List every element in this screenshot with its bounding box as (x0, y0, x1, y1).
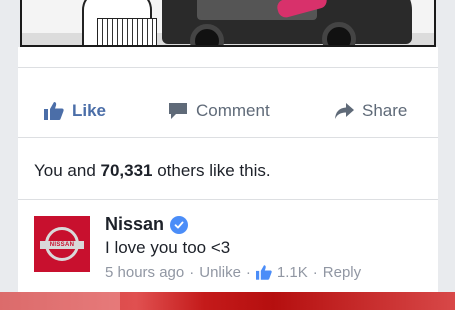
comment-meta: 5 hours ago · Unlike · 1.1K · Reply (105, 264, 438, 281)
divider (18, 67, 438, 68)
reply-button[interactable]: Reply (323, 264, 361, 281)
verified-check-icon (170, 215, 189, 234)
post-card: Like Comment Share You and 70,331 others… (18, 47, 438, 292)
meta-separator: · (245, 264, 251, 281)
bottom-banner (0, 292, 455, 310)
speech-bubble-icon (168, 102, 188, 120)
comment-button[interactable]: Comment (168, 101, 270, 121)
share-button[interactable]: Share (334, 101, 407, 121)
comment-item: NISSAN Nissan I love you too <3 5 hours … (34, 214, 438, 292)
like-button-label: Like (72, 101, 107, 120)
likes-summary-prefix: You and (34, 161, 101, 180)
avatar-brand-text: NISSAN (40, 241, 84, 249)
unlike-button[interactable]: Unlike (199, 264, 241, 281)
meta-separator: · (312, 264, 318, 281)
like-button[interactable]: Like (44, 101, 106, 121)
comment-text: I love you too <3 (105, 238, 231, 257)
comment-body: Nissan I love you too <3 5 hours ago · U… (105, 214, 438, 281)
likes-summary-suffix: others like this. (152, 161, 271, 180)
meta-separator: · (189, 264, 195, 281)
share-arrow-icon (334, 102, 354, 120)
comment-author[interactable]: Nissan (105, 214, 164, 235)
comment-author-line: Nissan (105, 214, 438, 235)
post-image[interactable] (20, 0, 436, 47)
comment-timestamp[interactable]: 5 hours ago (105, 264, 184, 281)
bottom-banner-overlay (0, 292, 120, 310)
divider (18, 137, 438, 138)
comment-like-count[interactable]: 1.1K (277, 264, 308, 281)
share-button-label: Share (362, 101, 408, 120)
divider (18, 199, 438, 200)
thumbs-up-icon (255, 265, 272, 280)
comic-figure-skirt (97, 18, 157, 45)
likes-summary[interactable]: You and 70,331 others like this. (34, 161, 271, 181)
nissan-logo-icon: NISSAN (40, 227, 84, 261)
likes-count: 70,331 (100, 161, 153, 180)
comment-button-label: Comment (196, 101, 270, 120)
thumbs-up-icon (44, 102, 64, 120)
avatar[interactable]: NISSAN (34, 216, 90, 272)
post-actions-bar: Like Comment Share (18, 87, 438, 137)
